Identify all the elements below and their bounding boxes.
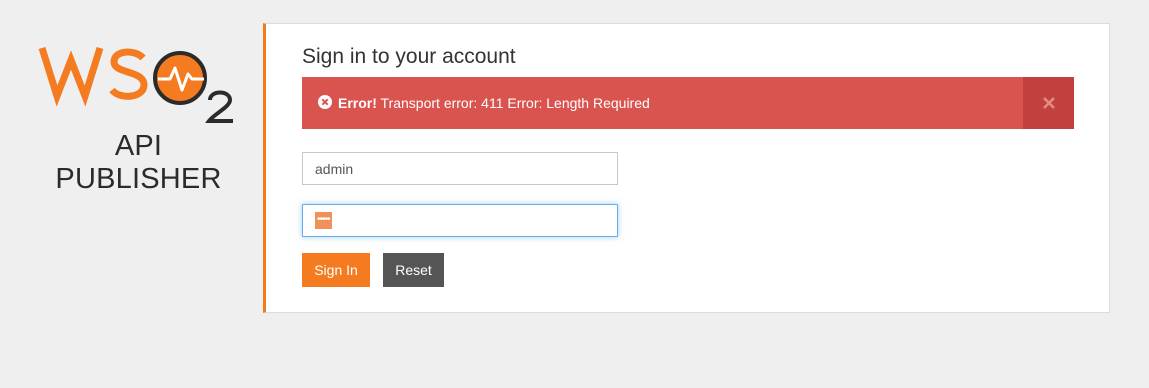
- alert-strong-label: Error!: [338, 95, 377, 111]
- close-icon: [1042, 97, 1055, 109]
- alert-message: Error! Transport error: 411 Error: Lengt…: [338, 95, 650, 111]
- wso2-logo: [38, 46, 233, 123]
- product-name: API PUBLISHER: [55, 130, 222, 195]
- page-title: Sign in to your account: [302, 45, 516, 68]
- error-circle-icon: [318, 95, 332, 109]
- alert-text: Transport error: 411 Error: Length Requi…: [376, 95, 650, 111]
- brand-logo-area: API PUBLISHER: [30, 40, 245, 195]
- error-alert: Error! Transport error: 411 Error: Lengt…: [302, 77, 1074, 129]
- sign-in-button[interactable]: Sign In: [302, 253, 370, 287]
- password-mask: •••••: [315, 212, 332, 229]
- password-field[interactable]: •••••: [302, 204, 618, 237]
- login-panel: Sign in to your account Error! Transport…: [263, 23, 1110, 313]
- alert-close-button[interactable]: [1023, 77, 1074, 129]
- username-field[interactable]: admin: [302, 152, 618, 185]
- reset-button[interactable]: Reset: [383, 253, 444, 287]
